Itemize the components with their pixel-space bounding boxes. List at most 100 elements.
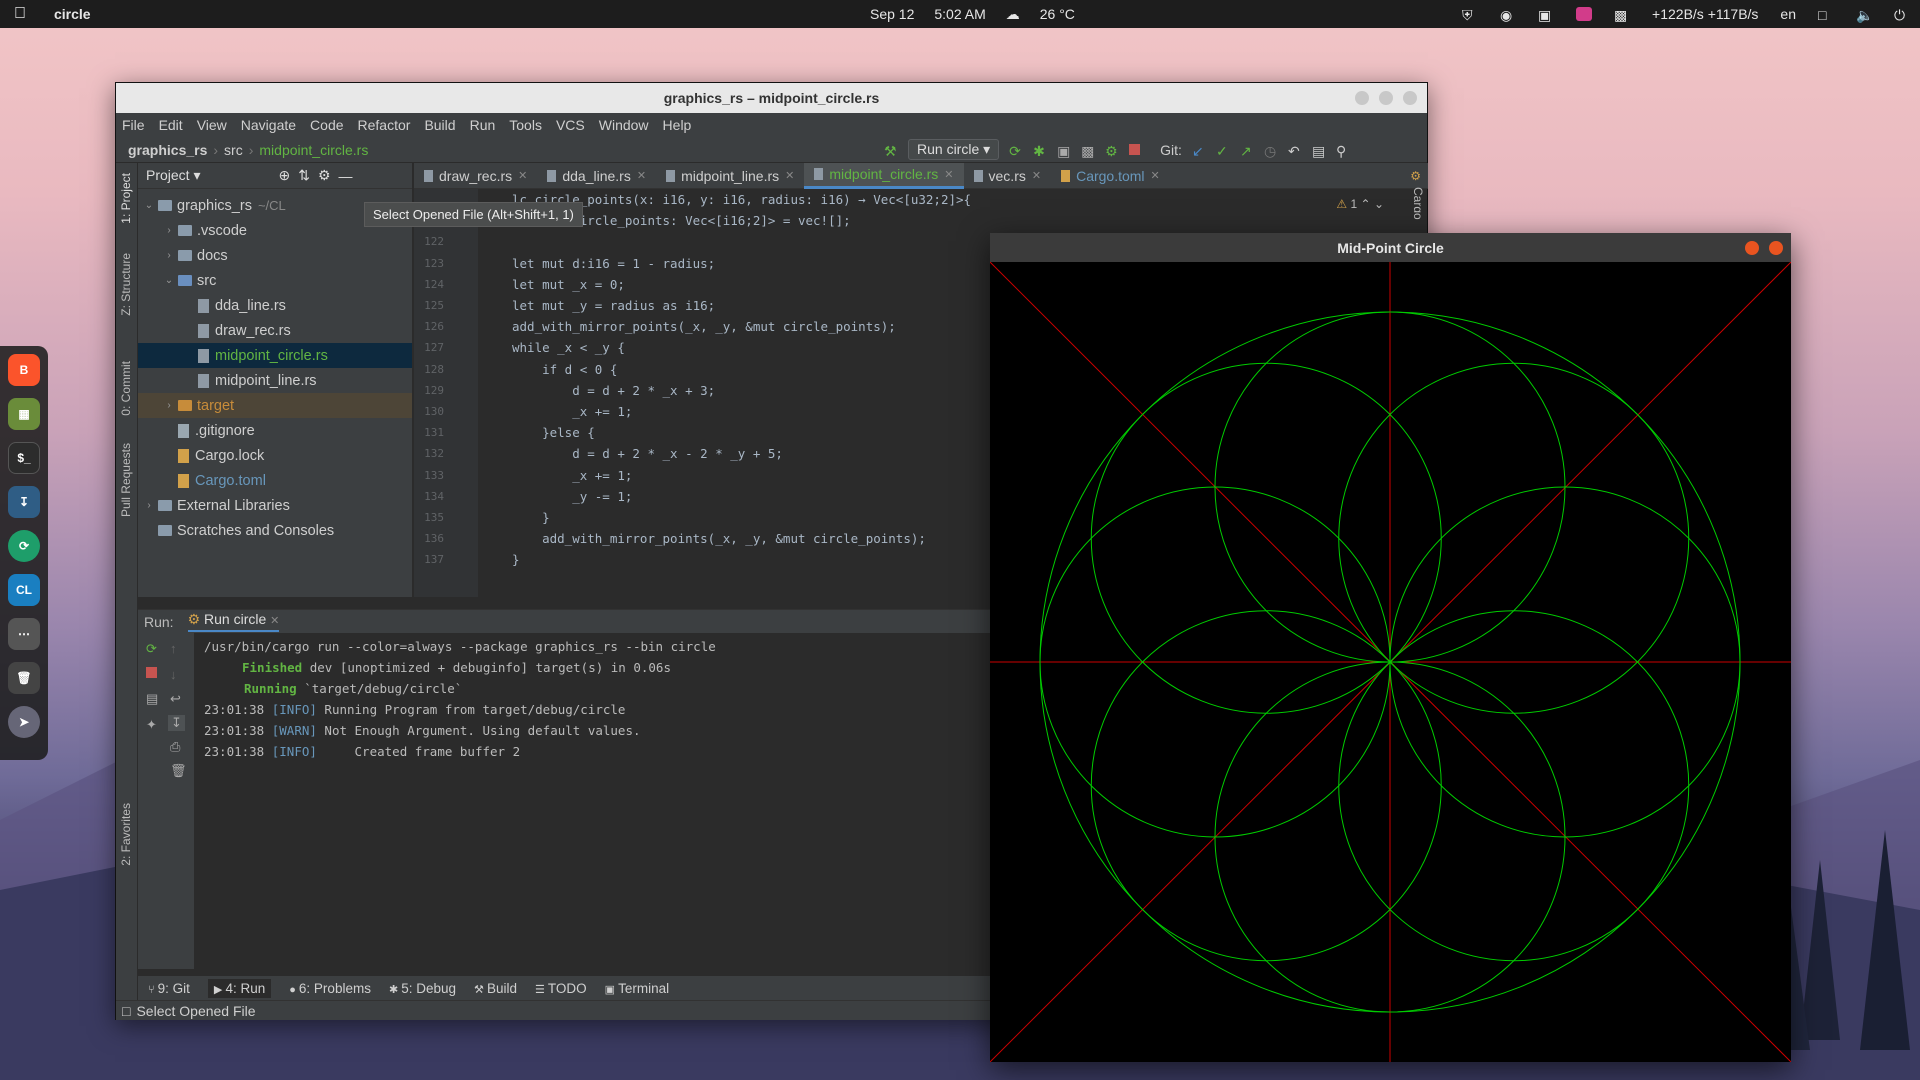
- trash-icon[interactable]: 🗑: [8, 662, 40, 694]
- power-icon[interactable]: ⏻: [1894, 7, 1910, 23]
- discord-icon[interactable]: ◉: [1500, 7, 1516, 23]
- ide-titlebar[interactable]: graphics_rs – midpoint_circle.rs: [116, 83, 1427, 113]
- files-icon[interactable]: ▦: [8, 398, 40, 430]
- close-tab-icon[interactable]: ✕: [944, 168, 953, 181]
- editor-tab[interactable]: vec.rs ✕: [964, 163, 1052, 189]
- git-update-icon[interactable]: ↙: [1192, 143, 1206, 159]
- launchpad-icon[interactable]: ➤: [8, 706, 40, 738]
- menu-help[interactable]: Help: [663, 117, 692, 133]
- clipboard-icon[interactable]: ▣: [1538, 7, 1554, 23]
- rerun-icon[interactable]: ⟳: [146, 641, 157, 657]
- close-tab-icon[interactable]: ✕: [1151, 169, 1160, 182]
- arrow-up-icon[interactable]: ↑: [170, 641, 177, 656]
- bottom-tab[interactable]: ✱ 5: Debug: [389, 981, 456, 996]
- close-button[interactable]: [1403, 91, 1417, 105]
- side-tab-pull-requests[interactable]: Pull Requests: [119, 443, 133, 517]
- refresh-app-icon[interactable]: ⟳: [8, 530, 40, 562]
- menu-file[interactable]: File: [122, 117, 145, 133]
- chevron-right-icon[interactable]: ›: [162, 225, 176, 236]
- collapse-all-icon[interactable]: ⇅: [298, 167, 310, 184]
- menu-run[interactable]: Run: [470, 117, 496, 133]
- trash-icon[interactable]: 🗑: [170, 763, 187, 779]
- clion-icon[interactable]: CL: [8, 574, 40, 606]
- volume-icon[interactable]: 🔈: [1856, 7, 1873, 23]
- tree-item[interactable]: ⌄ src: [138, 268, 412, 293]
- close-tab-icon[interactable]: ✕: [637, 169, 646, 182]
- maximize-button[interactable]: [1379, 91, 1393, 105]
- app-tray-icon[interactable]: [1576, 7, 1593, 21]
- shield-icon[interactable]: ⛨: [1462, 7, 1478, 23]
- chevron-down-icon[interactable]: ⌄: [1374, 197, 1384, 211]
- menu-tools[interactable]: Tools: [509, 117, 542, 133]
- chevron-right-icon[interactable]: ›: [162, 250, 176, 261]
- search-icon[interactable]: ⚲: [1336, 143, 1350, 159]
- locate-file-icon[interactable]: ⊕: [279, 167, 291, 184]
- language-indicator[interactable]: en: [1780, 6, 1796, 22]
- tree-item[interactable]: midpoint_line.rs: [138, 368, 412, 393]
- downloads-icon[interactable]: ↧: [8, 486, 40, 518]
- close-tab-icon[interactable]: ✕: [1032, 169, 1041, 182]
- active-app-name[interactable]: circle: [54, 6, 91, 22]
- breadcrumb-project[interactable]: graphics_rs: [128, 142, 207, 158]
- menu-edit[interactable]: Edit: [159, 117, 183, 133]
- editor-tab[interactable]: draw_rec.rs ✕: [414, 163, 537, 189]
- hide-panel-icon[interactable]: —: [339, 168, 353, 184]
- side-tab-commit[interactable]: 0: Commit: [119, 361, 133, 416]
- close-tab-icon[interactable]: ✕: [270, 615, 279, 627]
- bottom-tab[interactable]: ● 6: Problems: [289, 981, 371, 996]
- editor-tab[interactable]: Cargo.toml ✕: [1051, 163, 1170, 189]
- side-tab-structure[interactable]: Z: Structure: [119, 253, 133, 316]
- coverage-icon[interactable]: ▣: [1057, 143, 1071, 159]
- tree-item[interactable]: Cargo.toml: [138, 468, 412, 493]
- menu-view[interactable]: View: [197, 117, 227, 133]
- editor-tab[interactable]: midpoint_circle.rs ✕: [804, 162, 964, 189]
- side-tab-favorites[interactable]: 2: Favorites: [119, 803, 133, 866]
- terminal-icon[interactable]: $_: [8, 442, 40, 474]
- menu-window[interactable]: Window: [599, 117, 649, 133]
- layout-icon[interactable]: ▤: [146, 691, 158, 707]
- chevron-down-icon[interactable]: ⌄: [142, 200, 156, 211]
- git-rollback-icon[interactable]: ↶: [1288, 143, 1302, 159]
- side-tab-project[interactable]: 1: Project: [119, 173, 133, 224]
- tree-item[interactable]: midpoint_circle.rs: [138, 343, 412, 368]
- chevron-up-icon[interactable]: ⌃: [1361, 197, 1371, 211]
- arrow-down-icon[interactable]: ↓: [170, 667, 177, 682]
- apple-menu-icon[interactable]: : [14, 5, 34, 23]
- project-view-select[interactable]: Project ▾: [146, 167, 201, 184]
- tree-item[interactable]: › docs: [138, 243, 412, 268]
- breadcrumb-dir[interactable]: src: [224, 142, 243, 158]
- settings-gear-icon[interactable]: ⚙: [318, 167, 331, 184]
- chevron-down-icon[interactable]: ⌄: [162, 275, 176, 286]
- circle-window-titlebar[interactable]: Mid-Point Circle: [990, 233, 1791, 262]
- minimize-button[interactable]: [1355, 91, 1369, 105]
- cargo-icon[interactable]: ⚙: [1410, 169, 1421, 183]
- soft-wrap-icon[interactable]: ↩: [170, 691, 181, 707]
- tree-item[interactable]: Cargo.lock: [138, 443, 412, 468]
- tree-item[interactable]: dda_line.rs: [138, 293, 412, 318]
- tree-item[interactable]: draw_rec.rs: [138, 318, 412, 343]
- tree-item[interactable]: .gitignore: [138, 418, 412, 443]
- scroll-to-end-icon[interactable]: ↧: [168, 715, 185, 731]
- tree-item[interactable]: › External Libraries: [138, 493, 412, 518]
- stop-icon[interactable]: [1129, 144, 1141, 155]
- git-push-icon[interactable]: ↗: [1240, 143, 1254, 159]
- close-button[interactable]: [1769, 240, 1783, 255]
- menu-refactor[interactable]: Refactor: [358, 117, 411, 133]
- close-tab-icon[interactable]: ✕: [785, 169, 794, 182]
- pin-icon[interactable]: ✦: [146, 717, 157, 733]
- tree-item[interactable]: › target: [138, 393, 412, 418]
- inspection-widget[interactable]: ⚠ 1 ⌃ ⌄: [1336, 197, 1384, 211]
- run-configuration-select[interactable]: Run circle ▾: [908, 139, 1000, 160]
- tree-item[interactable]: Scratches and Consoles: [138, 518, 412, 543]
- window-icon[interactable]: □: [1818, 7, 1834, 23]
- breadcrumb-file[interactable]: midpoint_circle.rs: [259, 142, 368, 158]
- project-structure-icon[interactable]: ▤: [1312, 143, 1326, 159]
- bottom-tab[interactable]: ⚒ Build: [474, 981, 517, 996]
- minimize-button[interactable]: [1745, 240, 1759, 255]
- app-launcher-icon[interactable]: ⋯: [8, 618, 40, 650]
- menu-vcs[interactable]: VCS: [556, 117, 585, 133]
- controller-icon[interactable]: ▩: [1614, 7, 1630, 23]
- run-tab[interactable]: ⚙ Run circle ✕: [187, 611, 280, 632]
- chevron-right-icon[interactable]: ›: [142, 500, 156, 511]
- chevron-right-icon[interactable]: ›: [162, 400, 176, 411]
